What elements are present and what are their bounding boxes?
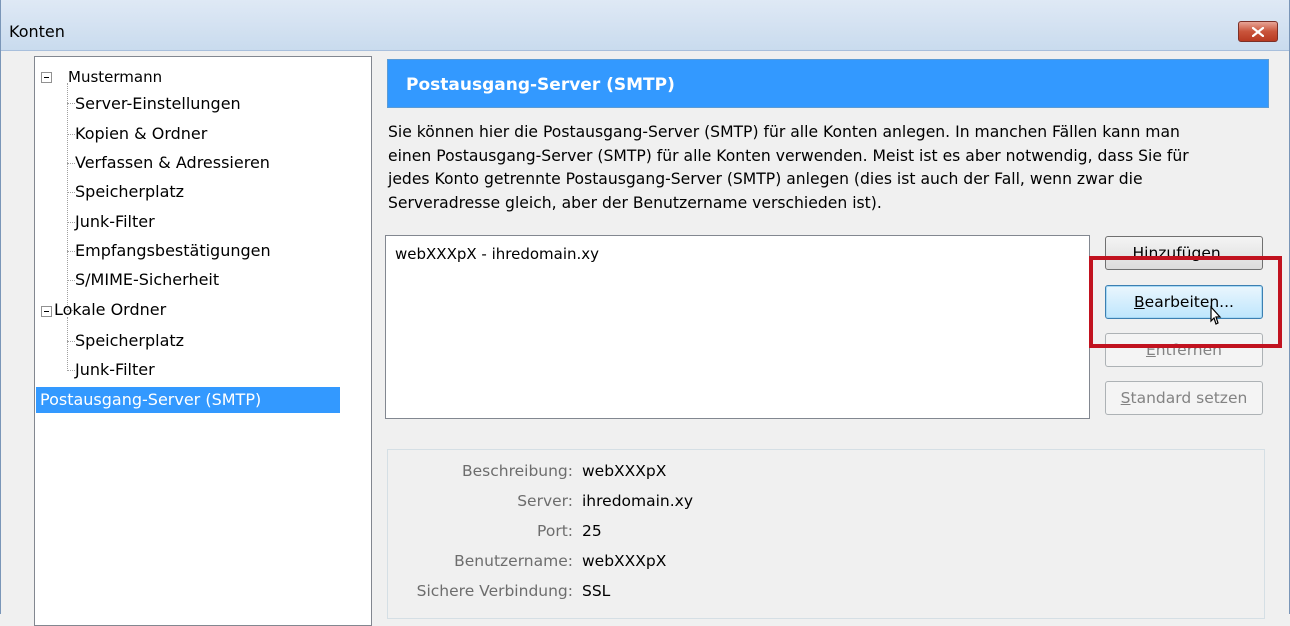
detail-value: webXXXpX <box>582 462 667 480</box>
set-default-button[interactable]: Standard setzen <box>1105 381 1263 415</box>
tree-connector <box>67 103 75 104</box>
tree-item-postausgang-server[interactable]: Postausgang-Server (SMTP) <box>36 387 340 413</box>
tree-connector <box>67 317 68 371</box>
tree-connector <box>67 134 75 135</box>
smtp-server-list[interactable]: webXXXpX - ihredomain.xy <box>385 235 1090 419</box>
detail-row-server: Server: ihredomain.xy <box>388 492 1266 520</box>
tree-item-local-junk-filter[interactable]: Junk-Filter <box>75 357 155 383</box>
tree-item-empfangsbestaetigungen[interactable]: Empfangsbestätigungen <box>75 238 271 264</box>
tree-item-speicherplatz[interactable]: Speicherplatz <box>75 179 184 205</box>
tree-connector <box>67 370 75 371</box>
description-line: Serveradresse gleich, aber der Benutzern… <box>388 193 882 212</box>
list-item[interactable]: webXXXpX - ihredomain.xy <box>395 245 599 263</box>
close-icon <box>1252 26 1264 37</box>
description-line: Sie können hier die Postausgang-Server (… <box>388 123 1180 141</box>
description-line: einen Postausgang-Server (SMTP) für alle… <box>388 146 1189 165</box>
highlight-box <box>1089 256 1282 348</box>
tree-connector <box>67 280 75 281</box>
tree-item-kopien-ordner[interactable]: Kopien & Ordner <box>75 121 207 147</box>
set-default-button-label: tandard setzen <box>1130 389 1248 407</box>
mouse-pointer-icon <box>1210 305 1222 325</box>
tree-connector <box>67 83 68 311</box>
tree-item-verfassen-adressieren[interactable]: Verfassen & Adressieren <box>75 150 270 176</box>
tree-item-lokale-ordner[interactable]: Lokale Ordner <box>54 297 166 323</box>
panel-title: Postausgang-Server (SMTP) <box>406 75 675 95</box>
tree-connector <box>67 251 75 252</box>
detail-label: Beschreibung: <box>461 462 573 480</box>
tree-item-local-speicherplatz[interactable]: Speicherplatz <box>75 328 184 354</box>
detail-value: ihredomain.xy <box>582 492 694 510</box>
window-title: Konten <box>9 22 65 41</box>
detail-value: webXXXpX <box>582 552 667 570</box>
close-button[interactable] <box>1238 21 1278 42</box>
tree-item-mustermann[interactable]: Mustermann <box>68 64 162 90</box>
tree-connector <box>67 192 75 193</box>
description-line: jedes Konto getrennte Postausgang-Server… <box>388 170 1143 188</box>
account-tree[interactable]: Mustermann Server-Einstellungen Kopien &… <box>34 56 372 626</box>
tree-item-smime-sicherheit[interactable]: S/MIME-Sicherheit <box>75 267 219 293</box>
tree-item-junk-filter[interactable]: Junk-Filter <box>75 209 155 235</box>
set-default-button-mnemonic: S <box>1120 389 1131 407</box>
tree-connector <box>67 222 75 223</box>
panel-description: Sie können hier die Postausgang-Server (… <box>388 121 1273 215</box>
detail-value: 25 <box>582 522 602 540</box>
detail-label: Port: <box>537 522 573 540</box>
tree-connector <box>67 341 75 342</box>
detail-label: Benutzername: <box>454 552 573 570</box>
collapse-toggle-icon[interactable] <box>41 306 52 317</box>
panel-header: Postausgang-Server (SMTP) <box>387 59 1269 108</box>
detail-row-description: Beschreibung: webXXXpX <box>388 462 1266 490</box>
detail-row-secure-connection: Sichere Verbindung: SSL <box>388 582 1266 610</box>
server-details: Beschreibung: webXXXpX Server: ihredomai… <box>387 449 1265 619</box>
detail-label: Sichere Verbindung: <box>416 582 573 600</box>
detail-value: SSL <box>582 582 611 600</box>
detail-label: Server: <box>517 492 573 510</box>
detail-row-port: Port: 25 <box>388 522 1266 550</box>
title-bar: Konten <box>1 0 1289 51</box>
accounts-window: Konten Mustermann Server-Einstellungen K… <box>0 0 1290 626</box>
tree-item-server-einstellungen[interactable]: Server-Einstellungen <box>75 91 241 117</box>
tree-connector <box>67 163 75 164</box>
detail-row-username: Benutzername: webXXXpX <box>388 552 1266 580</box>
collapse-toggle-icon[interactable] <box>41 72 52 83</box>
